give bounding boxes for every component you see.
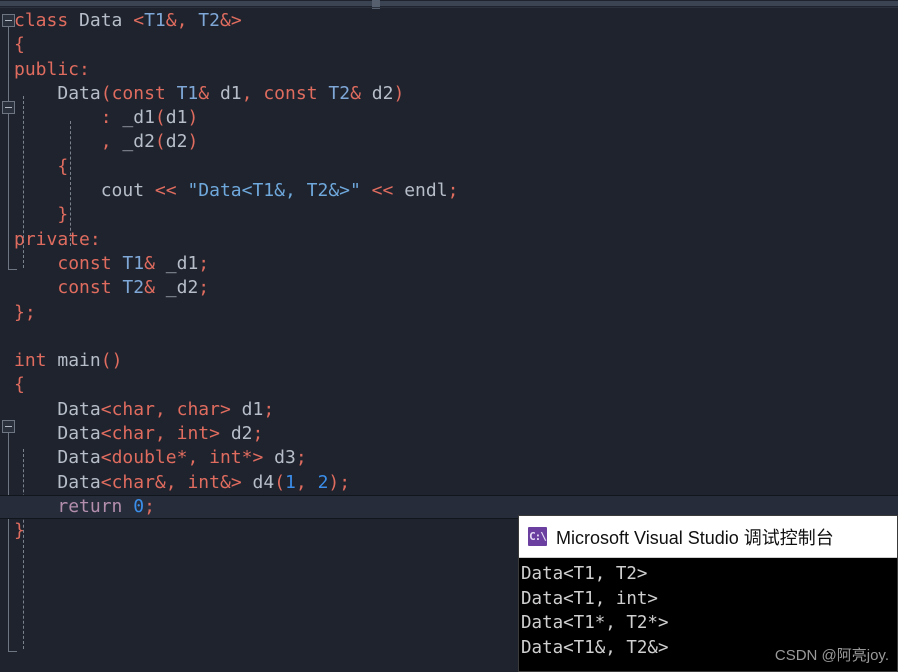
code-line[interactable]: Data<char, int> d2;: [0, 422, 898, 446]
splitter-bar-right[interactable]: [380, 1, 898, 6]
cmd-console-icon: C:\: [528, 527, 547, 546]
code-line[interactable]: {: [0, 373, 898, 397]
splitter-hairline: [0, 7, 898, 8]
code-line[interactable]: cout << "Data<T1&, T2&>" << endl;: [0, 179, 898, 203]
splitter-bar-left[interactable]: [0, 1, 372, 6]
code-line[interactable]: const T1& _d1;: [0, 252, 898, 276]
code-line[interactable]: {: [0, 33, 898, 57]
console-output-line: Data<T1*, T2*>: [521, 613, 669, 633]
code-line[interactable]: {: [0, 155, 898, 179]
code-line[interactable]: const T2& _d2;: [0, 276, 898, 300]
console-output-line: Data<T1, T2>: [521, 564, 648, 584]
console-titlebar[interactable]: C:\ Microsoft Visual Studio 调试控制台: [519, 516, 897, 558]
csdn-watermark: CSDN @阿亮joy.: [774, 647, 889, 664]
code-line[interactable]: class Data <T1&, T2&>: [0, 9, 898, 33]
code-line[interactable]: Data<char, char> d1;: [0, 398, 898, 422]
code-line[interactable]: Data<double*, int*> d3;: [0, 446, 898, 470]
code-text-area[interactable]: class Data <T1&, T2&>{public: Data(const…: [0, 9, 898, 544]
code-line[interactable]: , _d2(d2): [0, 130, 898, 154]
console-title-text: Microsoft Visual Studio 调试控制台: [556, 527, 834, 548]
code-line[interactable]: Data(const T1& d1, const T2& d2): [0, 82, 898, 106]
code-line[interactable]: };: [0, 301, 898, 325]
vs-editor-screen: class Data <T1&, T2&>{public: Data(const…: [0, 0, 898, 672]
code-line[interactable]: Data<char&, int&> d4(1, 2);: [0, 471, 898, 495]
outline-rail-foot-main: [8, 651, 17, 652]
code-line[interactable]: public:: [0, 58, 898, 82]
code-line[interactable]: private:: [0, 228, 898, 252]
code-line[interactable]: }: [0, 203, 898, 227]
code-line[interactable]: int main(): [0, 349, 898, 373]
debug-console-window[interactable]: C:\ Microsoft Visual Studio 调试控制台 Data<T…: [518, 515, 898, 672]
editor-splitter-strip[interactable]: [0, 0, 898, 9]
code-line[interactable]: [0, 325, 898, 349]
console-output-line: Data<T1, int>: [521, 588, 658, 609]
code-line[interactable]: : _d1(d1): [0, 106, 898, 130]
